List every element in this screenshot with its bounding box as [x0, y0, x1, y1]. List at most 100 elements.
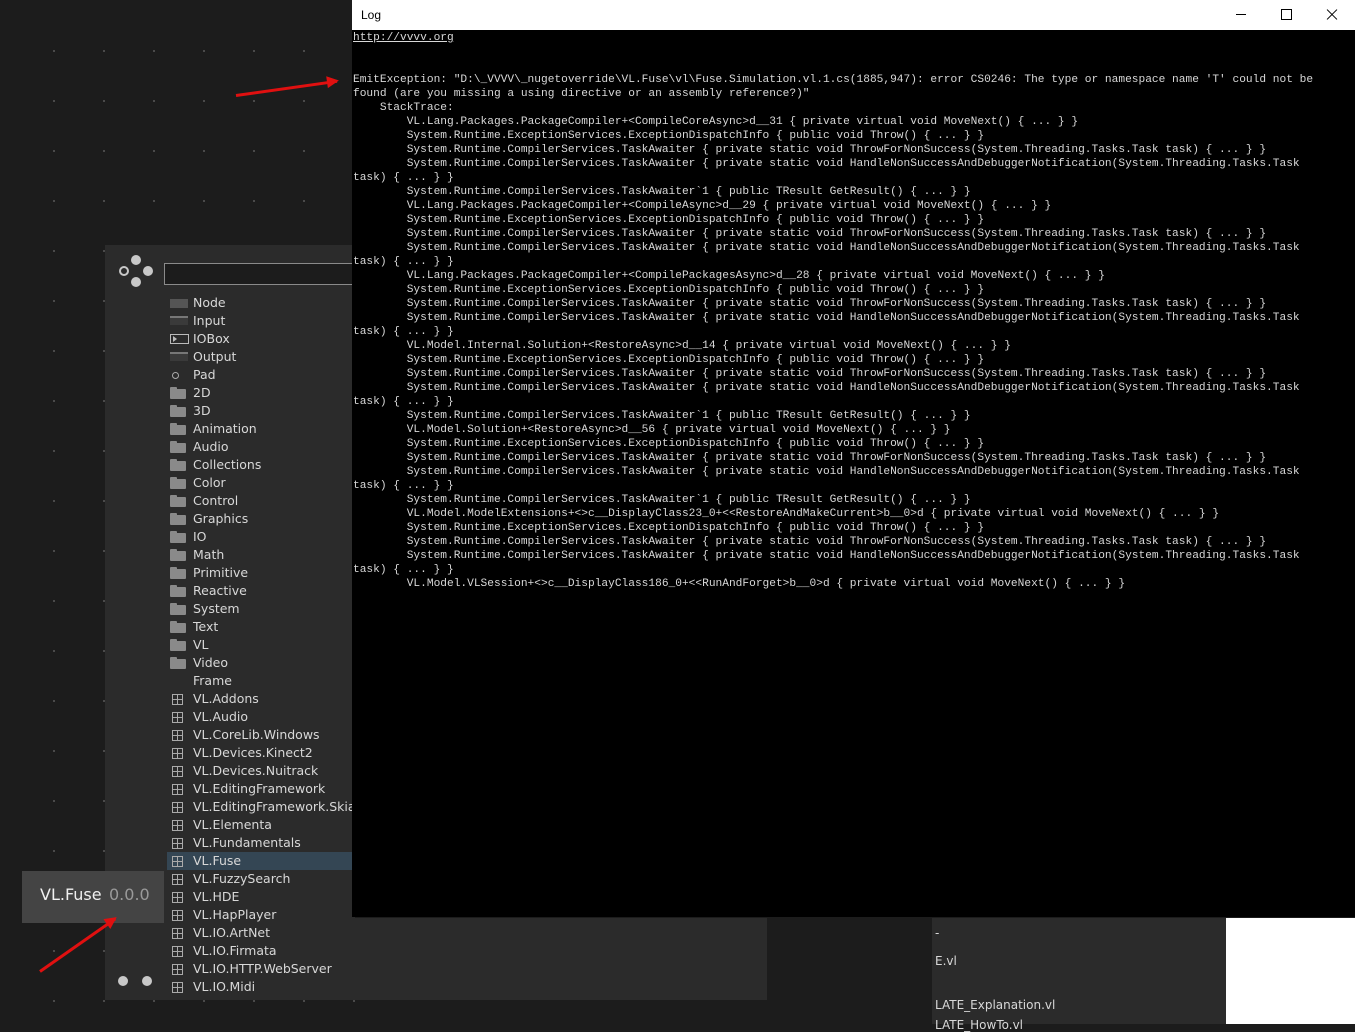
folder-icon	[170, 567, 186, 579]
grid-dot	[253, 1000, 255, 1002]
folder-icon	[170, 423, 186, 435]
grid-dot	[53, 800, 55, 802]
grid-dot	[53, 100, 55, 102]
node-list-item[interactable]: VL.IO.HTTP.WebServer	[167, 960, 355, 978]
node-list-item-label: VL.Fundamentals	[193, 835, 301, 850]
minimize-button[interactable]	[1218, 0, 1264, 30]
grid-dot	[53, 750, 55, 752]
close-button[interactable]	[1309, 0, 1355, 30]
node-list-item[interactable]: VL.EditingFramework	[167, 780, 355, 798]
node-list-item[interactable]: Audio	[167, 438, 355, 456]
grid-dot	[103, 150, 105, 152]
grid-dot	[253, 200, 255, 202]
grid-dot	[303, 150, 305, 152]
grid-dot	[103, 100, 105, 102]
node-list-item-label: Graphics	[193, 511, 249, 526]
footer-dot-icon[interactable]	[118, 976, 128, 986]
grid-dot	[53, 950, 55, 952]
package-icon	[172, 928, 183, 939]
annotation-arrow	[235, 79, 338, 97]
folder-icon	[170, 387, 186, 399]
node-list-item[interactable]: VL.EditingFramework.Skia	[167, 798, 356, 816]
node-list-item-label: VL.FuzzySearch	[193, 871, 291, 886]
node-list-item[interactable]: Output	[167, 348, 355, 366]
explorer-item[interactable]: LATE_HowTo.vl	[935, 1018, 1023, 1032]
node-list-item[interactable]: Node	[167, 294, 355, 312]
node-list-item[interactable]: VL.Devices.Nuitrack	[167, 762, 355, 780]
grid-dot	[253, 100, 255, 102]
node-list-item[interactable]: Frame	[167, 672, 355, 690]
grid-dot	[153, 100, 155, 102]
folder-icon	[170, 477, 186, 489]
explorer-item[interactable]: -	[935, 926, 939, 940]
folder-icon	[170, 603, 186, 615]
node-list-item[interactable]: VL.Addons	[167, 690, 355, 708]
grid-dot	[303, 100, 305, 102]
node-list-item[interactable]: VL.Devices.Kinect2	[167, 744, 355, 762]
node-list-item-label: Math	[193, 547, 225, 562]
node-list-item[interactable]: VL.IO.Midi	[167, 978, 355, 996]
node-list-item-label: Input	[193, 313, 226, 328]
output-icon	[170, 352, 188, 361]
node-list-item[interactable]: Graphics	[167, 510, 355, 528]
node-list-item[interactable]: Color	[167, 474, 355, 492]
node-list-item[interactable]: IOBox	[167, 330, 355, 348]
node-list-item-label: Primitive	[193, 565, 249, 580]
node-list-item[interactable]: Input	[167, 312, 355, 330]
grid-dot	[103, 200, 105, 202]
node-list-item-label: 2D	[193, 385, 211, 400]
node-list-item[interactable]: VL.Elementa	[167, 816, 355, 834]
grid-dot	[53, 500, 55, 502]
node-list-item[interactable]: VL.Fundamentals	[167, 834, 355, 852]
node-list-item-label: Video	[193, 655, 229, 670]
grid-dot	[103, 50, 105, 52]
node-list-item[interactable]: System	[167, 600, 355, 618]
node-list-item[interactable]: VL.HDE	[167, 888, 355, 906]
node-list-item[interactable]: IO	[167, 528, 355, 546]
node-list-item[interactable]: VL.Audio	[167, 708, 355, 726]
grid-dot	[153, 150, 155, 152]
node-list-item[interactable]: Pad	[167, 366, 355, 384]
patch-area[interactable]	[355, 918, 767, 1000]
node-list-item[interactable]: Control	[167, 492, 355, 510]
footer-dot-icon[interactable]	[142, 976, 152, 986]
node-list-item[interactable]: VL.FuzzySearch	[167, 870, 355, 888]
node-list-item[interactable]: VL.IO.Firmata	[167, 942, 355, 960]
solution-explorer: - E.vl LATE_Explanation.vl LATE_HowTo.vl	[932, 918, 1226, 1032]
node-list-item[interactable]: Math	[167, 546, 355, 564]
node-list-item-label: Frame	[193, 673, 232, 688]
node-list-item-label: Audio	[193, 439, 229, 454]
grid-dot	[203, 100, 205, 102]
node-list-item[interactable]: VL.HapPlayer	[167, 906, 355, 924]
log-window-title: Log	[361, 8, 382, 22]
grid-dot	[153, 1000, 155, 1002]
vvvv-logo-icon[interactable]	[115, 255, 157, 297]
package-icon	[172, 766, 183, 777]
node-list-item[interactable]: Primitive	[167, 564, 355, 582]
node-list-item[interactable]: VL	[167, 636, 355, 654]
vvvv-link[interactable]: http://vvvv.org	[353, 32, 454, 44]
node-search-input[interactable]	[164, 263, 355, 285]
node-list-item[interactable]: Collections	[167, 456, 355, 474]
node-list-item[interactable]: Animation	[167, 420, 355, 438]
node-list-item[interactable]: 3D	[167, 402, 355, 420]
node-list-item-label: 3D	[193, 403, 211, 418]
log-window-titlebar[interactable]: Log	[352, 0, 1355, 30]
package-icon	[172, 946, 183, 957]
explorer-item[interactable]: E.vl	[935, 954, 957, 968]
node-list-item[interactable]: 2D	[167, 384, 355, 402]
node-list-item[interactable]: VL.IO.ArtNet	[167, 924, 355, 942]
node-list-item[interactable]: VL.CoreLib.Windows	[167, 726, 355, 744]
background-window	[1226, 918, 1355, 1024]
maximize-button[interactable]	[1263, 0, 1309, 30]
log-output[interactable]: http://vvvv.org EmitException: "D:\_VVVV…	[353, 31, 1353, 591]
grid-dot	[103, 1000, 105, 1002]
node-list-item[interactable]: Text	[167, 618, 355, 636]
node-list-item[interactable]: Reactive	[167, 582, 355, 600]
explorer-item[interactable]: LATE_Explanation.vl	[935, 998, 1055, 1012]
node-list-item-label: VL.IO.Firmata	[193, 943, 277, 958]
tooltip-package-version: 0.0.0	[109, 885, 150, 904]
package-icon	[172, 856, 183, 867]
node-list-item[interactable]: Video	[167, 654, 355, 672]
node-list-item[interactable]: VL.Fuse	[167, 852, 355, 870]
